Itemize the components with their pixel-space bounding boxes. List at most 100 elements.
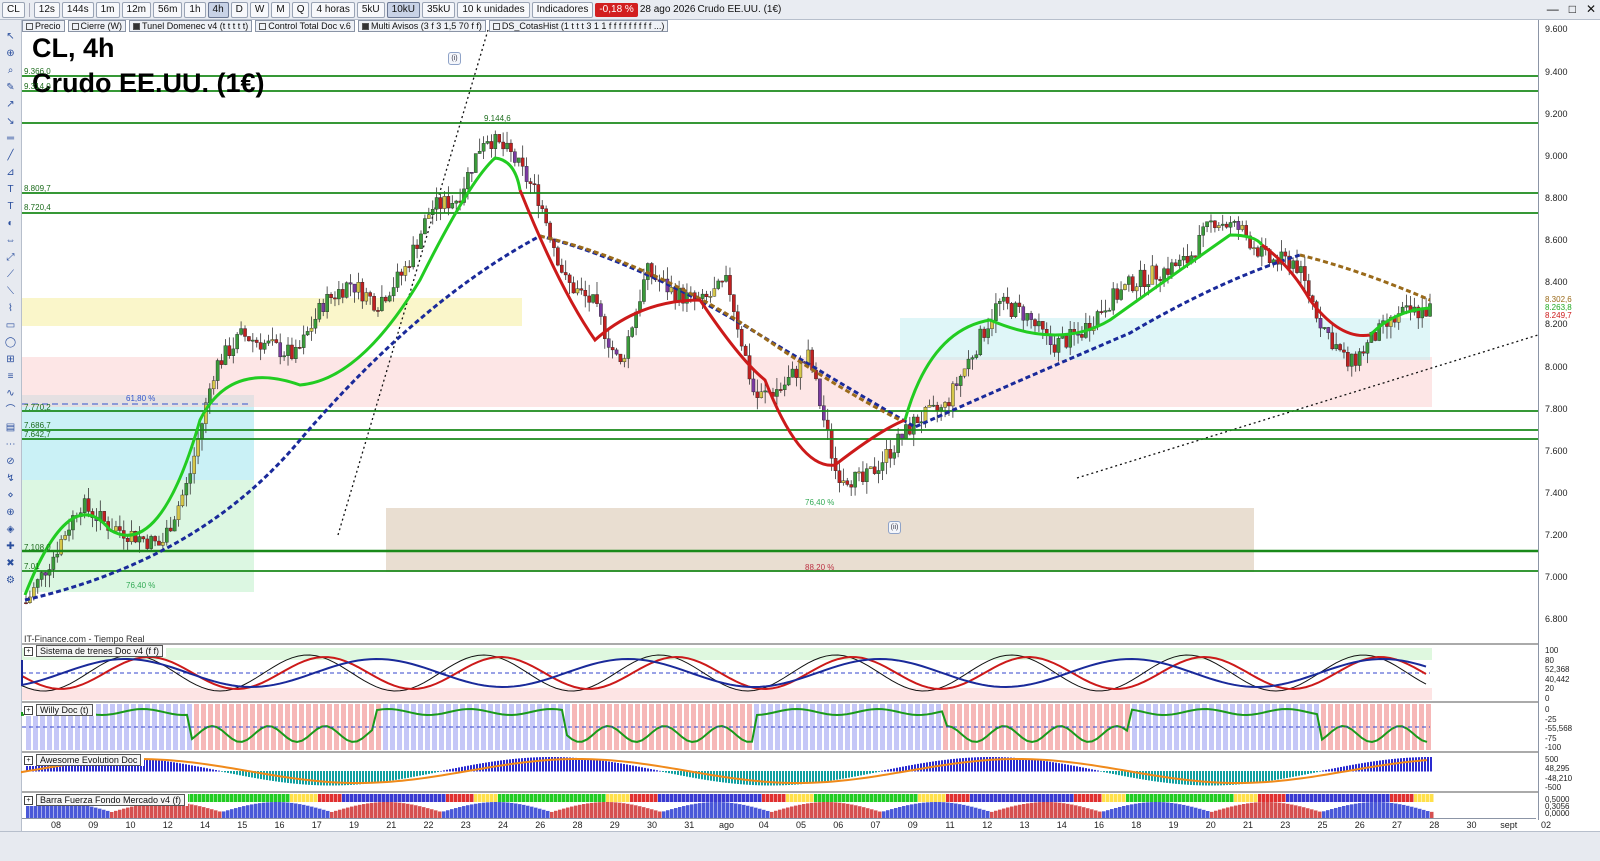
awesome-bar [434, 771, 436, 773]
drawing-tool-icon[interactable]: T [4, 183, 18, 197]
indicator-tab[interactable]: DS_CotasHist (1 t t t 3 1 1 f f f f f f … [488, 20, 669, 32]
barra-bar [126, 807, 130, 818]
timeframe-button[interactable]: 1m [95, 1, 120, 18]
drawing-tool-icon[interactable]: ⟋ [4, 268, 18, 282]
drawing-tool-icon[interactable]: ⋯ [4, 438, 18, 452]
drawing-tool-icon[interactable]: ⊕ [4, 47, 18, 61]
drawing-tool-icon[interactable]: ◯ [4, 336, 18, 350]
drawing-tool-icon[interactable]: ↖ [4, 30, 18, 44]
tab-checkbox[interactable] [26, 22, 33, 30]
tab-checkbox[interactable] [259, 22, 267, 30]
timeframe-button[interactable]: D [230, 1, 248, 18]
drawing-tool-icon[interactable]: ✎ [4, 81, 18, 95]
tick-button[interactable]: 35kU [422, 1, 456, 18]
trenes-upper-band [22, 648, 1432, 660]
drawing-tool-icon[interactable]: ⇔ [4, 234, 18, 248]
drawing-tool-icon[interactable]: ⊿ [4, 166, 18, 180]
awesome-bar [1211, 771, 1213, 786]
willy-bar [1013, 704, 1018, 750]
barra-top-cell [802, 794, 806, 802]
drawing-tool-icon[interactable]: ⌇ [4, 302, 18, 316]
timeframe-button[interactable]: 144s [61, 1, 94, 18]
awesome-bar [905, 766, 907, 772]
drawing-tool-icon[interactable]: ⊕ [4, 506, 18, 520]
drawing-tool-icon[interactable]: ⋄ [4, 489, 18, 503]
drawing-tool-icon[interactable]: ↘ [4, 115, 18, 129]
drawing-tool-icon[interactable]: ⤢ [4, 251, 18, 265]
drawing-tool-icon[interactable]: ⌒ [4, 404, 18, 418]
barra-top-cell [866, 794, 870, 802]
timeframe-button[interactable]: W [249, 1, 270, 18]
minimize-icon[interactable]: — [1547, 2, 1559, 16]
drawing-tool-icon[interactable]: ◈ [4, 523, 18, 537]
candle-body [1236, 221, 1241, 230]
indicator-tab[interactable]: Tunel Domenec v4 (t t t t t) [129, 20, 253, 32]
drawing-tool-icon[interactable]: ↯ [4, 472, 18, 486]
awesome-bar [1367, 762, 1369, 772]
drawing-tool-icon[interactable]: ✚ [4, 540, 18, 554]
awesome-bar [875, 771, 877, 773]
awesome-bar [1001, 757, 1003, 772]
awesome-bar [1025, 758, 1027, 772]
barra-bar [730, 802, 734, 818]
panel-title-willy[interactable]: + Willy Doc (t) [24, 704, 96, 716]
awesome-bar [893, 768, 895, 772]
interval-select[interactable]: 4 horas [311, 1, 355, 18]
indicator-tab[interactable]: Precio [22, 20, 65, 32]
tick-button[interactable]: 10kU [386, 1, 420, 18]
units-select[interactable]: 10 k unidades [457, 1, 530, 18]
candle-body [473, 153, 478, 173]
tab-checkbox[interactable] [71, 22, 79, 30]
price-chart[interactable] [0, 0, 1600, 861]
barra-top-cell [470, 794, 474, 802]
drawing-tool-icon[interactable]: ⟍ [4, 285, 18, 299]
barra-top-cell [874, 794, 878, 802]
panel-title-awesome[interactable]: + Awesome Evolution Doc [24, 754, 145, 766]
symbol-select[interactable]: CL [2, 1, 25, 18]
barra-top-cell [850, 794, 854, 802]
close-icon[interactable]: ✕ [1586, 2, 1596, 16]
tab-checkbox[interactable] [361, 22, 369, 30]
maximize-icon[interactable]: □ [1569, 2, 1576, 16]
timeframe-button[interactable]: M [271, 1, 290, 18]
indicator-tab[interactable]: Cierre (W) [67, 20, 127, 32]
tab-checkbox[interactable] [133, 22, 141, 30]
drawing-tool-icon[interactable]: ⊘ [4, 455, 18, 469]
timeframe-button[interactable]: 4h [207, 1, 229, 18]
drawing-tool-icon[interactable]: ✖ [4, 557, 18, 571]
tab-checkbox[interactable] [492, 22, 500, 30]
drawing-tool-icon[interactable]: ⚙ [4, 574, 18, 588]
drawing-tool-icon[interactable]: ⊞ [4, 353, 18, 367]
timeframe-button[interactable]: Q [291, 1, 310, 18]
panel-title-trenes[interactable]: + Sistema de trenes Doc v4 (f f) [24, 645, 167, 657]
drawing-tool-icon[interactable]: ▤ [4, 421, 18, 435]
drawing-tool-icon[interactable]: T [4, 200, 18, 214]
drawing-tool-icon[interactable]: ⌕ [4, 64, 18, 78]
date-axis[interactable]: 08 09 10 12 14 15 16 17 19 21 22 23 24 26 28 29 30 31 ago 0… [22, 818, 1551, 831]
drawing-tool-icon[interactable]: ∿ [4, 387, 18, 401]
indicator-tab[interactable]: Multi Avisos (3 f 3 1,5 70 f f) [357, 20, 486, 32]
wave-label[interactable]: (ii) [888, 521, 901, 534]
barra-bar [318, 808, 322, 818]
awesome-bar [1124, 771, 1126, 777]
barra-top-cell [1022, 794, 1026, 802]
drawing-tool-icon[interactable]: ▭ [4, 319, 18, 333]
indicator-tab[interactable]: Control Total Doc v.6 [255, 20, 355, 32]
indicators-button[interactable]: Indicadores [531, 1, 594, 18]
drawing-tool-icon[interactable]: ╱ [4, 149, 18, 163]
barra-bar [610, 802, 614, 818]
drawing-tool-icon[interactable]: ↗ [4, 98, 18, 112]
timeframe-button[interactable]: 12s [33, 1, 60, 18]
willy-bar [236, 704, 241, 750]
candle-body [657, 279, 662, 282]
panel-title-barra[interactable]: + Barra Fuerza Fondo Mercado v4 (f) [24, 794, 189, 806]
drawing-tool-icon[interactable]: ◐ [4, 217, 18, 231]
timeframe-button[interactable]: 56m [152, 1, 183, 18]
timeframe-button[interactable]: 12m [121, 1, 151, 18]
timeframe-button[interactable]: 1h [184, 1, 206, 18]
barra-top-cell [1290, 794, 1294, 802]
drawing-tool-icon[interactable]: ≡ [4, 370, 18, 384]
wave-label[interactable]: (i) [448, 52, 461, 65]
tick-button[interactable]: 5kU [356, 1, 385, 18]
drawing-tool-icon[interactable]: ═ [4, 132, 18, 146]
